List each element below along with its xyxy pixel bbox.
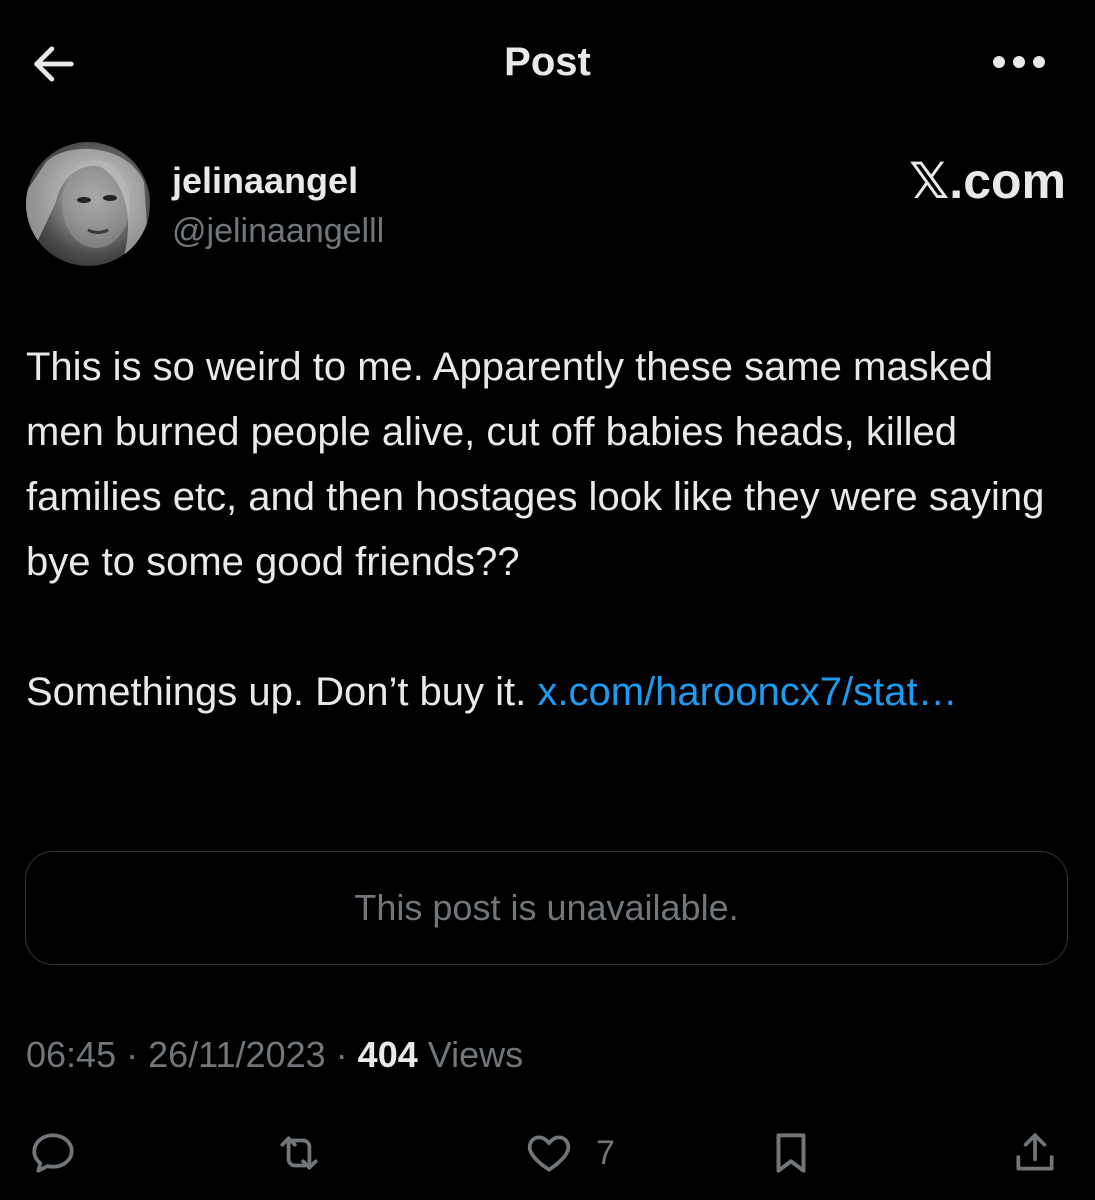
avatar-image	[26, 148, 150, 266]
unavailable-message: This post is unavailable.	[354, 887, 739, 928]
repost-icon	[280, 1136, 318, 1170]
heart-icon	[527, 1135, 571, 1172]
reply-icon	[32, 1133, 74, 1173]
post-text-segment: Somethings up. Don’t buy it.	[26, 670, 538, 714]
post-meta: 06:45 · 26/11/2023 · 404 Views	[26, 1034, 523, 1076]
post-text: This is so weird to me. Apparently these…	[26, 335, 1071, 725]
separator: ·	[335, 1034, 348, 1075]
reply-button[interactable]	[28, 1128, 78, 1178]
bookmark-icon	[776, 1133, 806, 1173]
more-horizontal-icon	[993, 56, 1045, 68]
post-time[interactable]: 06:45	[26, 1034, 116, 1075]
post-paragraph: Somethings up. Don’t buy it. x.com/haroo…	[26, 660, 1071, 725]
separator: ·	[126, 1034, 139, 1075]
post-date[interactable]: 26/11/2023	[148, 1034, 326, 1075]
post-link[interactable]: x.com/harooncx7/stat…	[537, 670, 957, 714]
repost-button[interactable]	[274, 1128, 324, 1178]
avatar[interactable]	[26, 142, 150, 266]
share-button[interactable]	[1010, 1128, 1060, 1178]
views-label: Views	[427, 1034, 524, 1075]
top-bar: Post	[0, 0, 1095, 125]
page-title: Post	[504, 40, 591, 84]
action-bar: 7	[0, 1120, 1095, 1190]
display-name[interactable]: jelinaangel	[172, 160, 358, 202]
watermark: 𝕏.com	[909, 153, 1066, 209]
user-handle: @jelinaangelll	[172, 212, 385, 250]
quoted-post-card[interactable]: This post is unavailable.	[25, 851, 1068, 965]
share-icon	[1016, 1133, 1054, 1171]
post-paragraph: This is so weird to me. Apparently these…	[26, 345, 1045, 584]
views-count: 404	[357, 1034, 418, 1075]
like-count: 7	[596, 1133, 615, 1172]
like-button[interactable]: 7	[524, 1128, 615, 1178]
more-options-button[interactable]	[991, 52, 1047, 76]
bookmark-button[interactable]	[766, 1128, 816, 1178]
post-author: jelinaangel @jelinaangelll 𝕏.com	[26, 142, 1066, 272]
